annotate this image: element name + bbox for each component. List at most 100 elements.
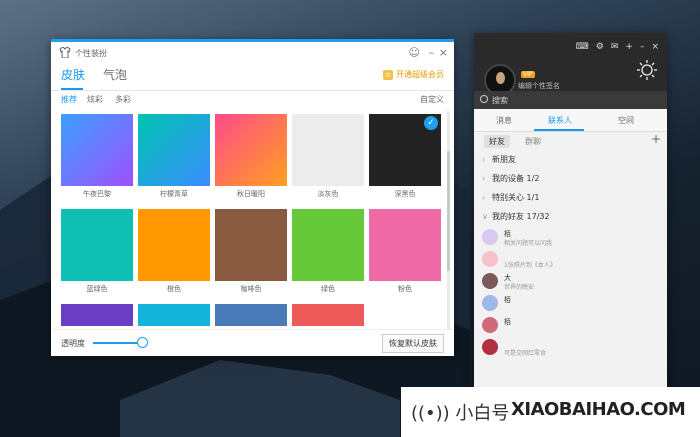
subtab-recommend[interactable]: 推荐	[61, 94, 77, 105]
avatar	[482, 295, 498, 311]
reset-skin-button[interactable]: 恢复默认皮肤	[382, 334, 444, 353]
tab-messages[interactable]: 消息	[496, 115, 512, 126]
tab-qzone[interactable]: 空间	[618, 115, 634, 126]
swatch-label: 橙色	[167, 285, 181, 293]
contact-status: 1张照片到《本人》	[504, 262, 556, 269]
check-icon: ✓	[424, 116, 438, 130]
shirt-icon	[59, 47, 71, 58]
swatch-color	[215, 304, 287, 326]
skin-swatch[interactable]: 秋日暖阳	[215, 114, 287, 199]
plus-icon[interactable]: +	[625, 42, 633, 52]
swatch-label: 淡灰色	[317, 190, 339, 198]
contact-group[interactable]: › 特别关心 1/1	[474, 188, 667, 207]
skin-swatch[interactable]	[138, 304, 210, 326]
vip-label: 开通超级会员	[396, 70, 444, 79]
tab-friends[interactable]: 好友	[484, 135, 510, 148]
skin-footer: 透明度 恢复默认皮肤	[51, 329, 454, 356]
profile-header: ⌨ ⚙ ✉ + – × VIP 编辑个性签名	[474, 33, 667, 96]
tab-contacts[interactable]: 联系人	[548, 115, 572, 126]
contact-groups: › 新朋友 › 我的设备 1/2 › 特别关心 1/1 ∨ 我的好友 17/32	[474, 150, 667, 226]
list-item[interactable]: 大世界的晚安	[474, 270, 667, 292]
close-icon[interactable]: ×	[651, 42, 659, 52]
search-placeholder: 搜索	[492, 96, 508, 105]
friend-tabs: 好友 群聊 +	[474, 132, 667, 150]
skin-swatch[interactable]	[292, 304, 364, 326]
avatar	[482, 251, 498, 267]
watermark-logo: ((•)) 小白号	[411, 403, 510, 424]
minimize-button[interactable]: –	[429, 46, 435, 59]
scrollbar[interactable]	[447, 111, 450, 331]
header-toolbar: ⌨ ⚙ ✉ + – ×	[569, 42, 659, 52]
window-accent-line	[51, 39, 454, 42]
swatch-color	[215, 114, 287, 186]
skin-swatch[interactable]: 午夜巴黎	[61, 114, 133, 199]
weather-sun-icon[interactable]	[637, 60, 657, 80]
crown-icon: ♔	[383, 69, 393, 80]
vip-link[interactable]: ♔ 开通超级会员	[383, 69, 444, 80]
swatch-label: 午夜巴黎	[83, 190, 111, 198]
search-bar[interactable]: 搜索	[474, 91, 667, 109]
watermark-site: XIAOBAIHAO.COM	[511, 399, 686, 420]
mail-icon[interactable]: ✉	[611, 42, 619, 52]
skin-swatch[interactable]	[61, 304, 133, 326]
tab-skin[interactable]: 皮肤	[61, 66, 85, 83]
scrollbar-thumb[interactable]	[447, 151, 450, 271]
swatch-color	[61, 304, 133, 326]
swatch-color	[369, 209, 441, 281]
skin-swatch[interactable]: 蓝绿色	[61, 209, 133, 294]
group-label: 我的好友 17/32	[492, 212, 550, 221]
nickname[interactable]: VIP	[518, 69, 535, 78]
shirt-icon[interactable]: ⌨	[576, 42, 589, 52]
contact-group[interactable]: › 我的设备 1/2	[474, 169, 667, 188]
swatch-color	[138, 304, 210, 326]
group-label: 特别关心 1/1	[492, 193, 540, 202]
skin-swatch[interactable]: 咖啡色	[215, 209, 287, 294]
skin-settings-window: 个性装扮 ☺ – × 皮肤 气泡 ♔ 开通超级会员 推荐 炫彩 多彩 自定义 午夜…	[51, 39, 454, 356]
group-label: 我的设备 1/2	[492, 174, 540, 183]
contact-status: 相关问题可以问我	[504, 240, 553, 247]
subtab-dazzle[interactable]: 炫彩	[87, 94, 103, 105]
skin-swatch[interactable]: 橙色	[138, 209, 210, 294]
swatch-color	[292, 304, 364, 326]
add-icon[interactable]: +	[651, 132, 661, 146]
skin-swatch[interactable]: 粉色	[369, 209, 441, 294]
contact-group[interactable]: ∨ 我的好友 17/32	[474, 207, 667, 226]
list-item[interactable]: 栢	[474, 314, 667, 336]
chevron-down-icon: ∨	[482, 212, 488, 221]
contact-group[interactable]: › 新朋友	[474, 150, 667, 169]
window-title: 个性装扮	[75, 49, 107, 58]
tab-bubble[interactable]: 气泡	[103, 66, 127, 83]
skin-swatch[interactable]: 绿色	[292, 209, 364, 294]
skin-swatch[interactable]	[215, 304, 287, 326]
contact-status: 世界的晚安	[504, 284, 535, 291]
contact-status: 可是交网红零食	[504, 350, 547, 357]
subtab-multicolor[interactable]: 多彩	[115, 94, 131, 105]
skin-swatch[interactable]: 柠檬青草	[138, 114, 210, 199]
swatch-color: ✓	[369, 114, 441, 186]
avatar	[482, 273, 498, 289]
custom-link[interactable]: 自定义	[420, 94, 444, 105]
user-icon[interactable]: ☺	[409, 46, 420, 59]
avatar	[482, 317, 498, 333]
list-item[interactable]: 可是交网红零食	[474, 336, 667, 358]
swatch-color	[61, 114, 133, 186]
transparency-label: 透明度	[61, 339, 85, 348]
swatch-color	[138, 209, 210, 281]
swatch-color	[292, 209, 364, 281]
gear-icon[interactable]: ⚙	[596, 42, 604, 52]
qq-main-panel: ⌨ ⚙ ✉ + – × VIP 编辑个性签名 搜索 消息 联系人 空间 好友 群聊 + ›…	[474, 33, 667, 387]
close-button[interactable]: ×	[439, 46, 448, 59]
skin-swatch[interactable]: ✓ 深黑色	[369, 114, 441, 199]
list-item[interactable]: 栢	[474, 292, 667, 314]
list-item[interactable]: 1张照片到《本人》	[474, 248, 667, 270]
signature[interactable]: 编辑个性签名	[518, 81, 560, 91]
tab-groups[interactable]: 群聊	[520, 135, 546, 148]
transparency-slider-knob[interactable]	[137, 337, 148, 348]
minimize-icon[interactable]: –	[640, 42, 645, 52]
list-item[interactable]: 栢相关问题可以问我	[474, 226, 667, 248]
skin-swatch[interactable]: 淡灰色	[292, 114, 364, 199]
sub-tabs: 推荐 炫彩 多彩 自定义	[61, 94, 444, 106]
swatch-color	[61, 209, 133, 281]
contact-name: 栢	[504, 296, 511, 304]
group-label: 新朋友	[492, 155, 516, 164]
